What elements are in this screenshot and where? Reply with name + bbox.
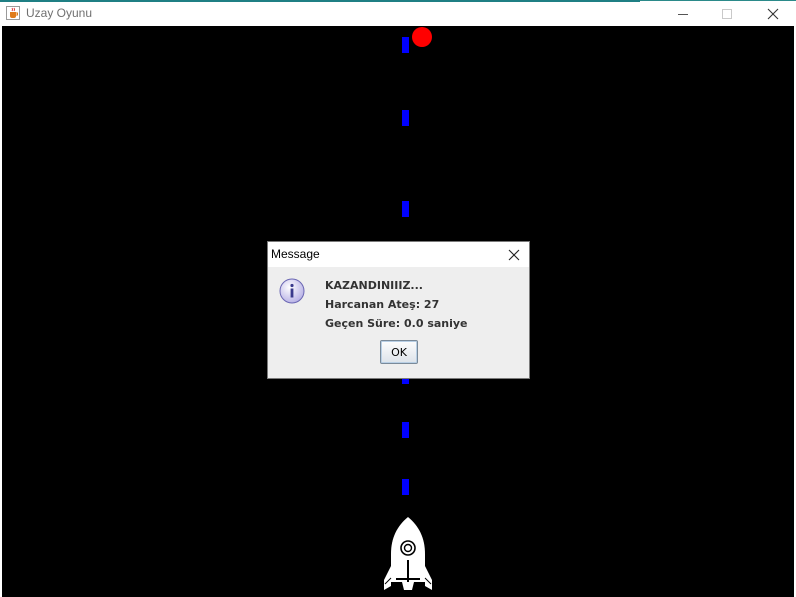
window-title: Uzay Oyunu: [26, 6, 93, 20]
bullet: [402, 110, 409, 126]
dialog-title: Message: [271, 247, 320, 261]
bullet: [402, 422, 409, 438]
dialog-close-button[interactable]: [504, 245, 524, 265]
close-button[interactable]: [750, 1, 796, 27]
message-line-shots: Harcanan Ateş: 27: [325, 298, 440, 311]
dialog-titlebar[interactable]: Message: [268, 242, 529, 267]
message-line-time: Geçen Süre: 0.0 saniye: [325, 317, 468, 330]
ok-button[interactable]: OK: [380, 340, 418, 364]
rocket-icon: [384, 517, 432, 594]
bullet: [402, 37, 409, 53]
maximize-icon: [722, 9, 732, 19]
close-icon: [508, 249, 520, 261]
app-window: Uzay Oyunu Message KAZANDINIIIZ... Harca…: [0, 0, 796, 597]
minimize-icon: [678, 14, 688, 15]
enemy-ball: [412, 27, 432, 47]
java-cup-icon: [6, 6, 20, 20]
titlebar-accent: [0, 0, 640, 2]
close-icon: [767, 8, 779, 20]
maximize-button[interactable]: [704, 1, 750, 27]
message-dialog: Message KAZANDINIIIZ... Harcanan Ateş: 2…: [267, 241, 530, 379]
info-icon: [279, 278, 305, 304]
message-line-result: KAZANDINIIIZ...: [325, 279, 423, 292]
bullet: [402, 479, 409, 495]
window-titlebar[interactable]: Uzay Oyunu: [0, 0, 796, 26]
bullet: [402, 201, 409, 217]
minimize-button[interactable]: [660, 1, 706, 27]
